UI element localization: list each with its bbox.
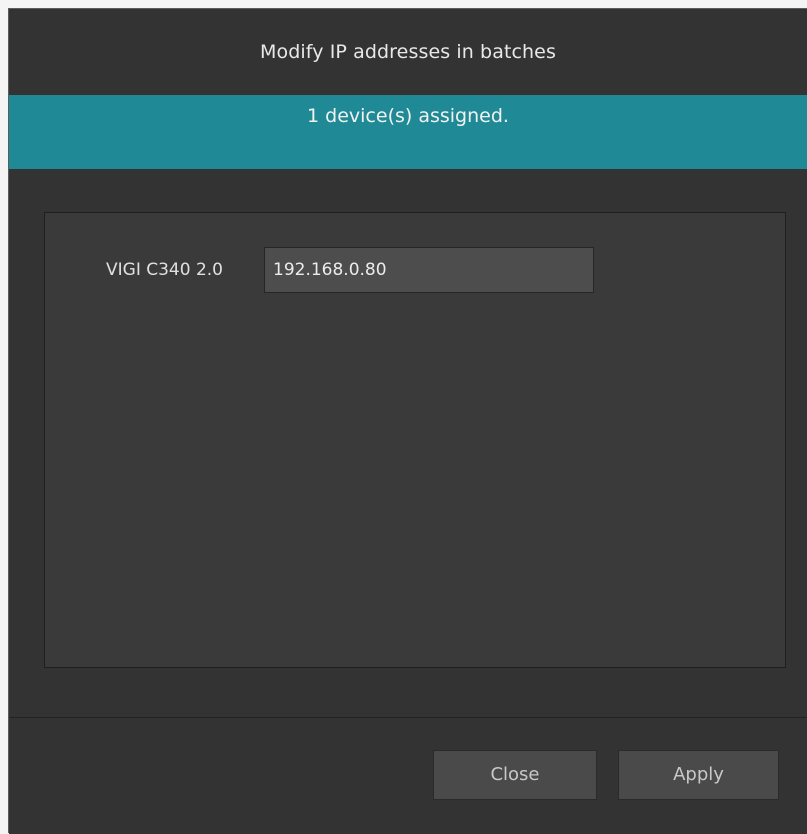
dialog-title-bar: Modify IP addresses in batches (9, 9, 807, 95)
dialog-footer: Close Apply (9, 718, 807, 834)
modify-ip-dialog: Modify IP addresses in batches 1 device(… (8, 8, 807, 834)
dialog-title: Modify IP addresses in batches (260, 41, 556, 63)
close-button[interactable]: Close (433, 750, 597, 800)
device-row: VIGI C340 2.0 (106, 247, 594, 293)
assignment-status-banner: 1 device(s) assigned. (9, 95, 807, 169)
assignment-status-text: 1 device(s) assigned. (307, 105, 509, 127)
device-name-label: VIGI C340 2.0 (106, 260, 223, 280)
apply-button[interactable]: Apply (618, 750, 779, 800)
screen-background: Modify IP addresses in batches 1 device(… (0, 0, 807, 834)
device-list-panel: VIGI C340 2.0 (44, 212, 786, 668)
device-ip-input[interactable] (264, 247, 594, 293)
